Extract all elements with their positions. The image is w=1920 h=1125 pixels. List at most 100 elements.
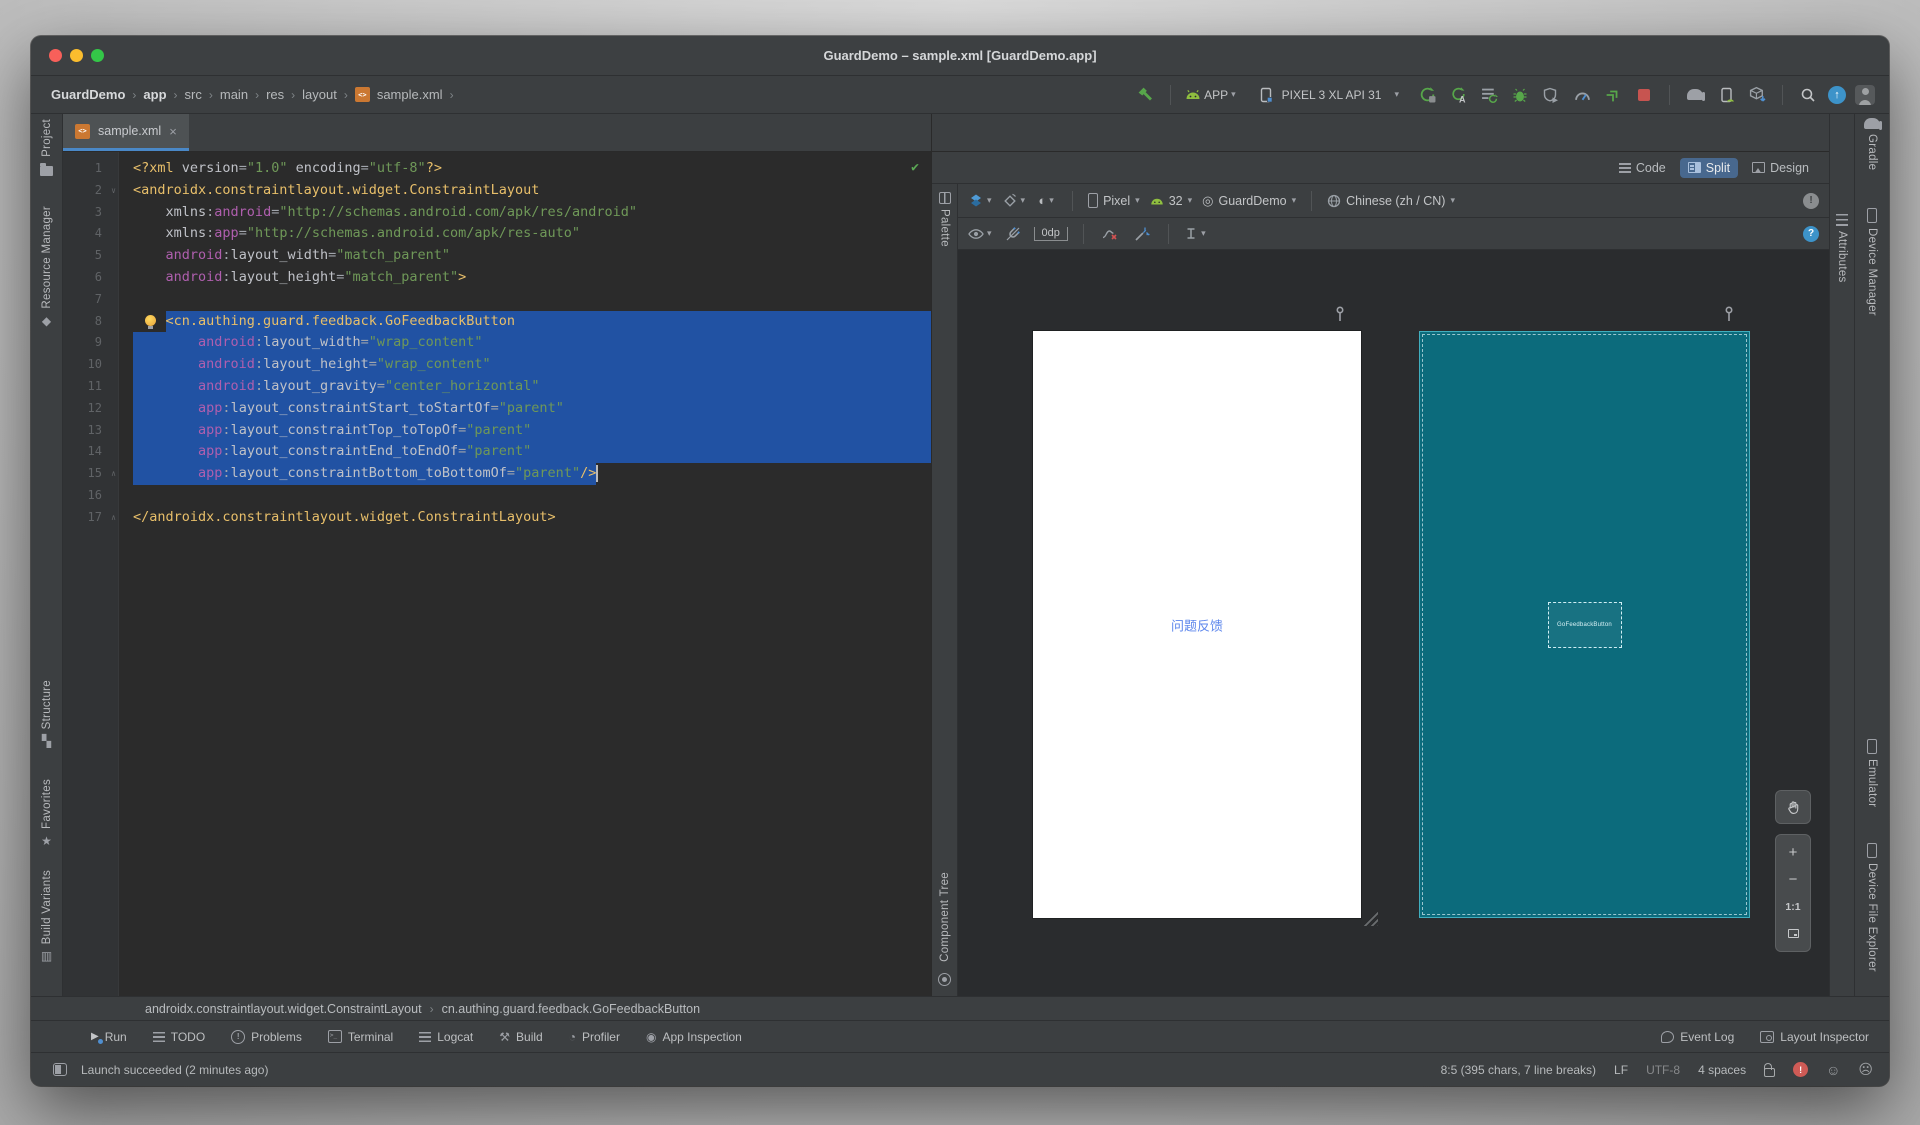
sdk-manager-icon[interactable]: [1746, 83, 1768, 107]
toolwindow-layout-inspector[interactable]: Layout Inspector: [1760, 1030, 1869, 1044]
apply-changes-icon[interactable]: [1602, 83, 1624, 107]
breadcrumb-item[interactable]: src: [185, 87, 202, 102]
help-badge[interactable]: ?: [1803, 225, 1819, 242]
close-window-button[interactable]: [49, 49, 62, 62]
error-indicator-icon[interactable]: !: [1793, 1062, 1809, 1077]
breadcrumb-constraintlayout[interactable]: androidx.constraintlayout.widget.Constra…: [145, 1002, 422, 1016]
zoom-in-button[interactable]: +: [1776, 839, 1810, 866]
tab-close-icon[interactable]: ×: [169, 124, 177, 139]
stop-icon[interactable]: [1633, 83, 1655, 107]
file-encoding[interactable]: UTF-8: [1646, 1063, 1680, 1077]
profile-debuggable-icon[interactable]: [1540, 83, 1562, 107]
intention-bulb-icon[interactable]: [145, 314, 156, 329]
canvas-resize-handle[interactable]: [1362, 910, 1378, 926]
breadcrumb-item[interactable]: layout: [302, 87, 337, 102]
preview-device-select[interactable]: Pixel ▾: [1088, 193, 1140, 208]
gradle-sync-icon[interactable]: [1684, 83, 1706, 107]
code-line-14[interactable]: app: layout_constraintEnd_toEndOf = "parent…: [133, 441, 931, 464]
code-line-5[interactable]: android: layout_width = "match_parent": [133, 245, 931, 267]
locale-select[interactable]: Chinese (zh / CN) ▾: [1327, 194, 1455, 208]
code-line-10[interactable]: android: layout_height = "wrap_content": [133, 354, 931, 376]
tool-strip-emulator[interactable]: Emulator: [1855, 739, 1889, 807]
blueprint-component-box[interactable]: GoFeedbackButton: [1547, 601, 1622, 648]
breadcrumb-gofeedbackbutton[interactable]: cn.authing.guard.feedback.GoFeedbackButt…: [442, 1002, 701, 1016]
breadcrumb-item[interactable]: GuardDemo: [51, 87, 125, 102]
toolwindow-app-inspection[interactable]: ◉ App Inspection: [646, 1030, 742, 1044]
minimize-window-button[interactable]: [70, 49, 83, 62]
tool-strip-build-variants[interactable]: Build Variants ▥: [31, 870, 62, 963]
fold-marker-icon[interactable]: ∧: [111, 463, 116, 485]
orientation-select[interactable]: ▾: [1002, 189, 1025, 213]
editor-gutter[interactable]: 1 2 ∨ 3 4 5 6 7 8 9 10 11 12 13 14 15 ∧ 16 17 ∧: [63, 152, 119, 996]
run-configuration-select[interactable]: APP ▾: [1185, 83, 1236, 107]
view-options-select[interactable]: ▾: [968, 222, 992, 246]
toolwindow-todo[interactable]: TODO: [152, 1030, 205, 1044]
code-line-13[interactable]: app: layout_constraintTop_toTopOf = "parent…: [133, 419, 931, 442]
feedback-button-preview[interactable]: 问题反馈: [1171, 615, 1223, 634]
tab-sample-xml[interactable]: <> sample.xml ×: [63, 114, 189, 151]
code-line-3[interactable]: xmlns: android = "http://schemas.android.co…: [133, 202, 931, 224]
default-margin-control[interactable]: 0dp: [1033, 226, 1068, 241]
profile-avatar-icon[interactable]: [1855, 84, 1875, 105]
caret-position[interactable]: 8:5 (395 chars, 7 line breaks): [1441, 1063, 1596, 1077]
breadcrumb-item[interactable]: app: [143, 87, 166, 102]
pan-tool-button[interactable]: [1775, 790, 1811, 824]
code-line-15[interactable]: app:layout_constraintBottom_toBottomOf="…: [133, 463, 931, 485]
design-surface-select[interactable]: ▾: [968, 189, 992, 213]
issues-badge[interactable]: !: [1803, 192, 1819, 209]
tool-strip-project[interactable]: Project: [31, 119, 62, 176]
apply-code-changes-icon[interactable]: A: [1447, 83, 1469, 107]
blueprint-preview-surface[interactable]: GoFeedbackButton: [1419, 331, 1750, 918]
mode-split-button[interactable]: Split: [1679, 157, 1739, 178]
zoom-actual-size-button[interactable]: 1:1: [1776, 893, 1810, 920]
fold-marker-icon[interactable]: ∨: [111, 180, 116, 202]
api-level-select[interactable]: 32 ▾: [1150, 194, 1192, 208]
design-preview-surface[interactable]: 问题反馈: [1033, 331, 1361, 918]
code-line-2[interactable]: <androidx.constraintlayout.widget.Constr…: [133, 180, 931, 202]
zoom-to-fit-button[interactable]: [1776, 920, 1810, 947]
code-line-8[interactable]: <cn.authing.guard.feedback.GoFeedbackBut…: [133, 310, 931, 333]
toolwindow-build[interactable]: ⚒ Build: [499, 1030, 542, 1044]
breadcrumb-item[interactable]: sample.xml: [377, 87, 443, 102]
theme-select[interactable]: ◎ GuardDemo ▾: [1202, 193, 1296, 209]
attributes-tab[interactable]: Attributes: [1830, 214, 1854, 283]
code-line-9[interactable]: android: layout_width = "wrap_content": [133, 332, 931, 355]
code-line-11[interactable]: android: layout_gravity = "center_horizonta…: [133, 375, 931, 398]
infer-constraints-icon[interactable]: [1131, 222, 1153, 246]
breadcrumb-item[interactable]: res: [266, 87, 284, 102]
line-separator[interactable]: LF: [1614, 1063, 1628, 1077]
code-line-1[interactable]: <?xml version = "1.0" encoding = "utf-8" ?>: [133, 158, 931, 180]
code-line-16[interactable]: [133, 485, 931, 507]
tool-strip-structure[interactable]: Structure ▚: [31, 680, 62, 748]
debug-icon[interactable]: [1509, 83, 1531, 107]
sync-project-icon[interactable]: [1715, 83, 1737, 107]
tool-strip-favorites[interactable]: Favorites ★: [31, 779, 62, 848]
tool-strip-resource-manager[interactable]: Resource Manager ◆: [31, 206, 62, 328]
code-line-4[interactable]: xmlns: app = "http://schemas.android.com/ap…: [133, 223, 931, 245]
run-tasks-icon[interactable]: [1478, 83, 1500, 107]
toolwindow-logcat[interactable]: Logcat: [419, 1030, 473, 1044]
tool-strip-gradle[interactable]: Gradle: [1855, 118, 1889, 170]
smiley-icon[interactable]: ☺: [1826, 1062, 1840, 1078]
code-line-12[interactable]: app: layout_constraintStart_toStartOf = "pa…: [133, 397, 931, 420]
rerun-icon[interactable]: [1416, 83, 1438, 107]
toolwindow-problems[interactable]: ! Problems: [231, 1029, 302, 1044]
clear-constraints-icon[interactable]: [1099, 222, 1121, 246]
code-line-17[interactable]: </androidx.constraintlayout.widget.Const…: [133, 507, 931, 529]
code-editor[interactable]: 1 2 ∨ 3 4 5 6 7 8 9 10 11 12 13 14 15 ∧ 16 17 ∧ <?xml versi…: [63, 152, 931, 996]
indent-setting[interactable]: 4 spaces: [1698, 1063, 1746, 1077]
toolwindow-terminal[interactable]: >_ Terminal: [327, 1030, 393, 1044]
autoconnect-toggle-icon[interactable]: [1002, 222, 1024, 246]
night-mode-select[interactable]: ◐ ▾: [1035, 189, 1057, 213]
breadcrumb-item[interactable]: main: [220, 87, 248, 102]
design-canvas[interactable]: 问题反馈 GoFeedbackButton + − 1:1: [958, 250, 1829, 996]
tool-strip-device-manager[interactable]: Device Manager: [1855, 208, 1889, 316]
zoom-out-button[interactable]: −: [1776, 866, 1810, 893]
design-config-wrench-icon[interactable]: [1334, 306, 1346, 323]
build-hammer-icon[interactable]: [1134, 83, 1156, 107]
palette-tab[interactable]: Palette: [932, 192, 957, 247]
tool-strip-device-file-explorer[interactable]: Device File Explorer: [1855, 843, 1889, 972]
ide-update-icon[interactable]: ↑: [1828, 85, 1846, 104]
search-everywhere-icon[interactable]: [1797, 83, 1819, 107]
device-select[interactable]: PIXEL 3 XL API 31 ▾: [1259, 83, 1399, 107]
